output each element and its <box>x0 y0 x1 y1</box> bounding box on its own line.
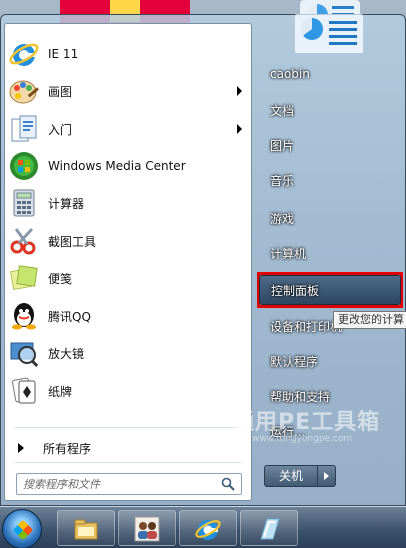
all-programs-button[interactable]: 所有程序 <box>8 437 248 459</box>
contacts-icon <box>133 515 161 543</box>
program-item-ie11[interactable]: IE 11 <box>8 36 248 72</box>
magnifier-icon <box>8 337 40 369</box>
program-label: 纸牌 <box>48 384 73 399</box>
taskbar-explorer-button[interactable] <box>57 510 115 546</box>
default-programs-link[interactable]: 默认程序 <box>259 346 401 376</box>
programs-pane: IE 11 画图 入门 Windows Media Center 计算器 截图工… <box>4 23 252 501</box>
program-item-snipping-tool[interactable]: 截图工具 <box>8 223 248 259</box>
submenu-arrow-icon[interactable] <box>237 124 242 134</box>
pictures-link[interactable]: 图片 <box>259 130 401 160</box>
search-icon[interactable] <box>221 477 235 491</box>
documents-link[interactable]: 文档 <box>259 95 401 125</box>
control-panel-link[interactable]: 控制面板 <box>259 275 401 305</box>
program-label: 画图 <box>48 84 73 99</box>
program-label: 腾讯QQ <box>48 309 91 324</box>
search-box[interactable] <box>16 473 242 495</box>
file-explorer-icon <box>72 515 100 543</box>
program-label: 计算器 <box>48 196 85 211</box>
taskbar-ie-button[interactable] <box>179 510 237 546</box>
program-item-qq[interactable]: 腾讯QQ <box>8 298 248 334</box>
getting-started-icon <box>8 113 40 145</box>
program-label: 便笺 <box>48 271 73 286</box>
media-center-icon <box>8 150 40 182</box>
program-label: 截图工具 <box>48 234 97 249</box>
snipping-tool-icon <box>8 225 40 257</box>
sticky-notes-icon <box>8 262 40 294</box>
username-link[interactable]: caobin <box>259 59 401 89</box>
program-item-solitaire[interactable]: 纸牌 <box>8 373 248 409</box>
solitaire-icon <box>8 375 40 407</box>
program-label: 入门 <box>48 122 73 137</box>
program-item-sticky-notes[interactable]: 便笺 <box>8 260 248 296</box>
divider <box>15 427 241 428</box>
watermark-url: www.tongyongpe.com <box>252 434 353 444</box>
start-menu: IE 11 画图 入门 Windows Media Center 计算器 截图工… <box>0 14 406 506</box>
program-label: 放大镜 <box>48 346 85 361</box>
games-link[interactable]: 游戏 <box>259 203 401 233</box>
ie-icon <box>194 515 222 543</box>
program-label: Windows Media Center <box>48 159 186 173</box>
user-picture-tile[interactable] <box>294 14 364 54</box>
search-input[interactable] <box>23 477 213 491</box>
program-item-magnifier[interactable]: 放大镜 <box>8 335 248 371</box>
watermark-title: 通用PE工具箱 <box>232 410 381 435</box>
app-icon <box>255 515 283 543</box>
shutdown-button[interactable]: 关机 <box>264 465 318 487</box>
shutdown-options-arrow-icon[interactable] <box>318 465 336 487</box>
music-link[interactable]: 音乐 <box>259 165 401 195</box>
divider <box>15 462 241 463</box>
paint-icon <box>8 75 40 107</box>
control-panel-tooltip: 更改您的计算 <box>333 311 406 329</box>
all-programs-label: 所有程序 <box>43 441 92 456</box>
program-item-calculator[interactable]: 计算器 <box>8 185 248 221</box>
taskbar <box>0 506 406 548</box>
program-item-media-center[interactable]: Windows Media Center <box>8 148 248 184</box>
program-item-paint[interactable]: 画图 <box>8 73 248 109</box>
taskbar-contacts-button[interactable] <box>118 510 176 546</box>
calculator-icon <box>8 187 40 219</box>
taskbar-app-button[interactable] <box>240 510 298 546</box>
computer-link[interactable]: 计算机 <box>259 238 401 268</box>
watermark: 通用PE工具箱 www.tongyongpe.com <box>232 404 380 444</box>
ie-icon <box>8 38 40 70</box>
start-orb-button[interactable] <box>2 509 42 548</box>
qq-icon <box>8 300 40 332</box>
program-label: IE 11 <box>48 47 79 61</box>
program-item-getting-started[interactable]: 入门 <box>8 111 248 147</box>
submenu-arrow-icon[interactable] <box>237 86 242 96</box>
triangle-right-icon <box>18 443 24 453</box>
shutdown-group: 关机 <box>264 465 336 487</box>
